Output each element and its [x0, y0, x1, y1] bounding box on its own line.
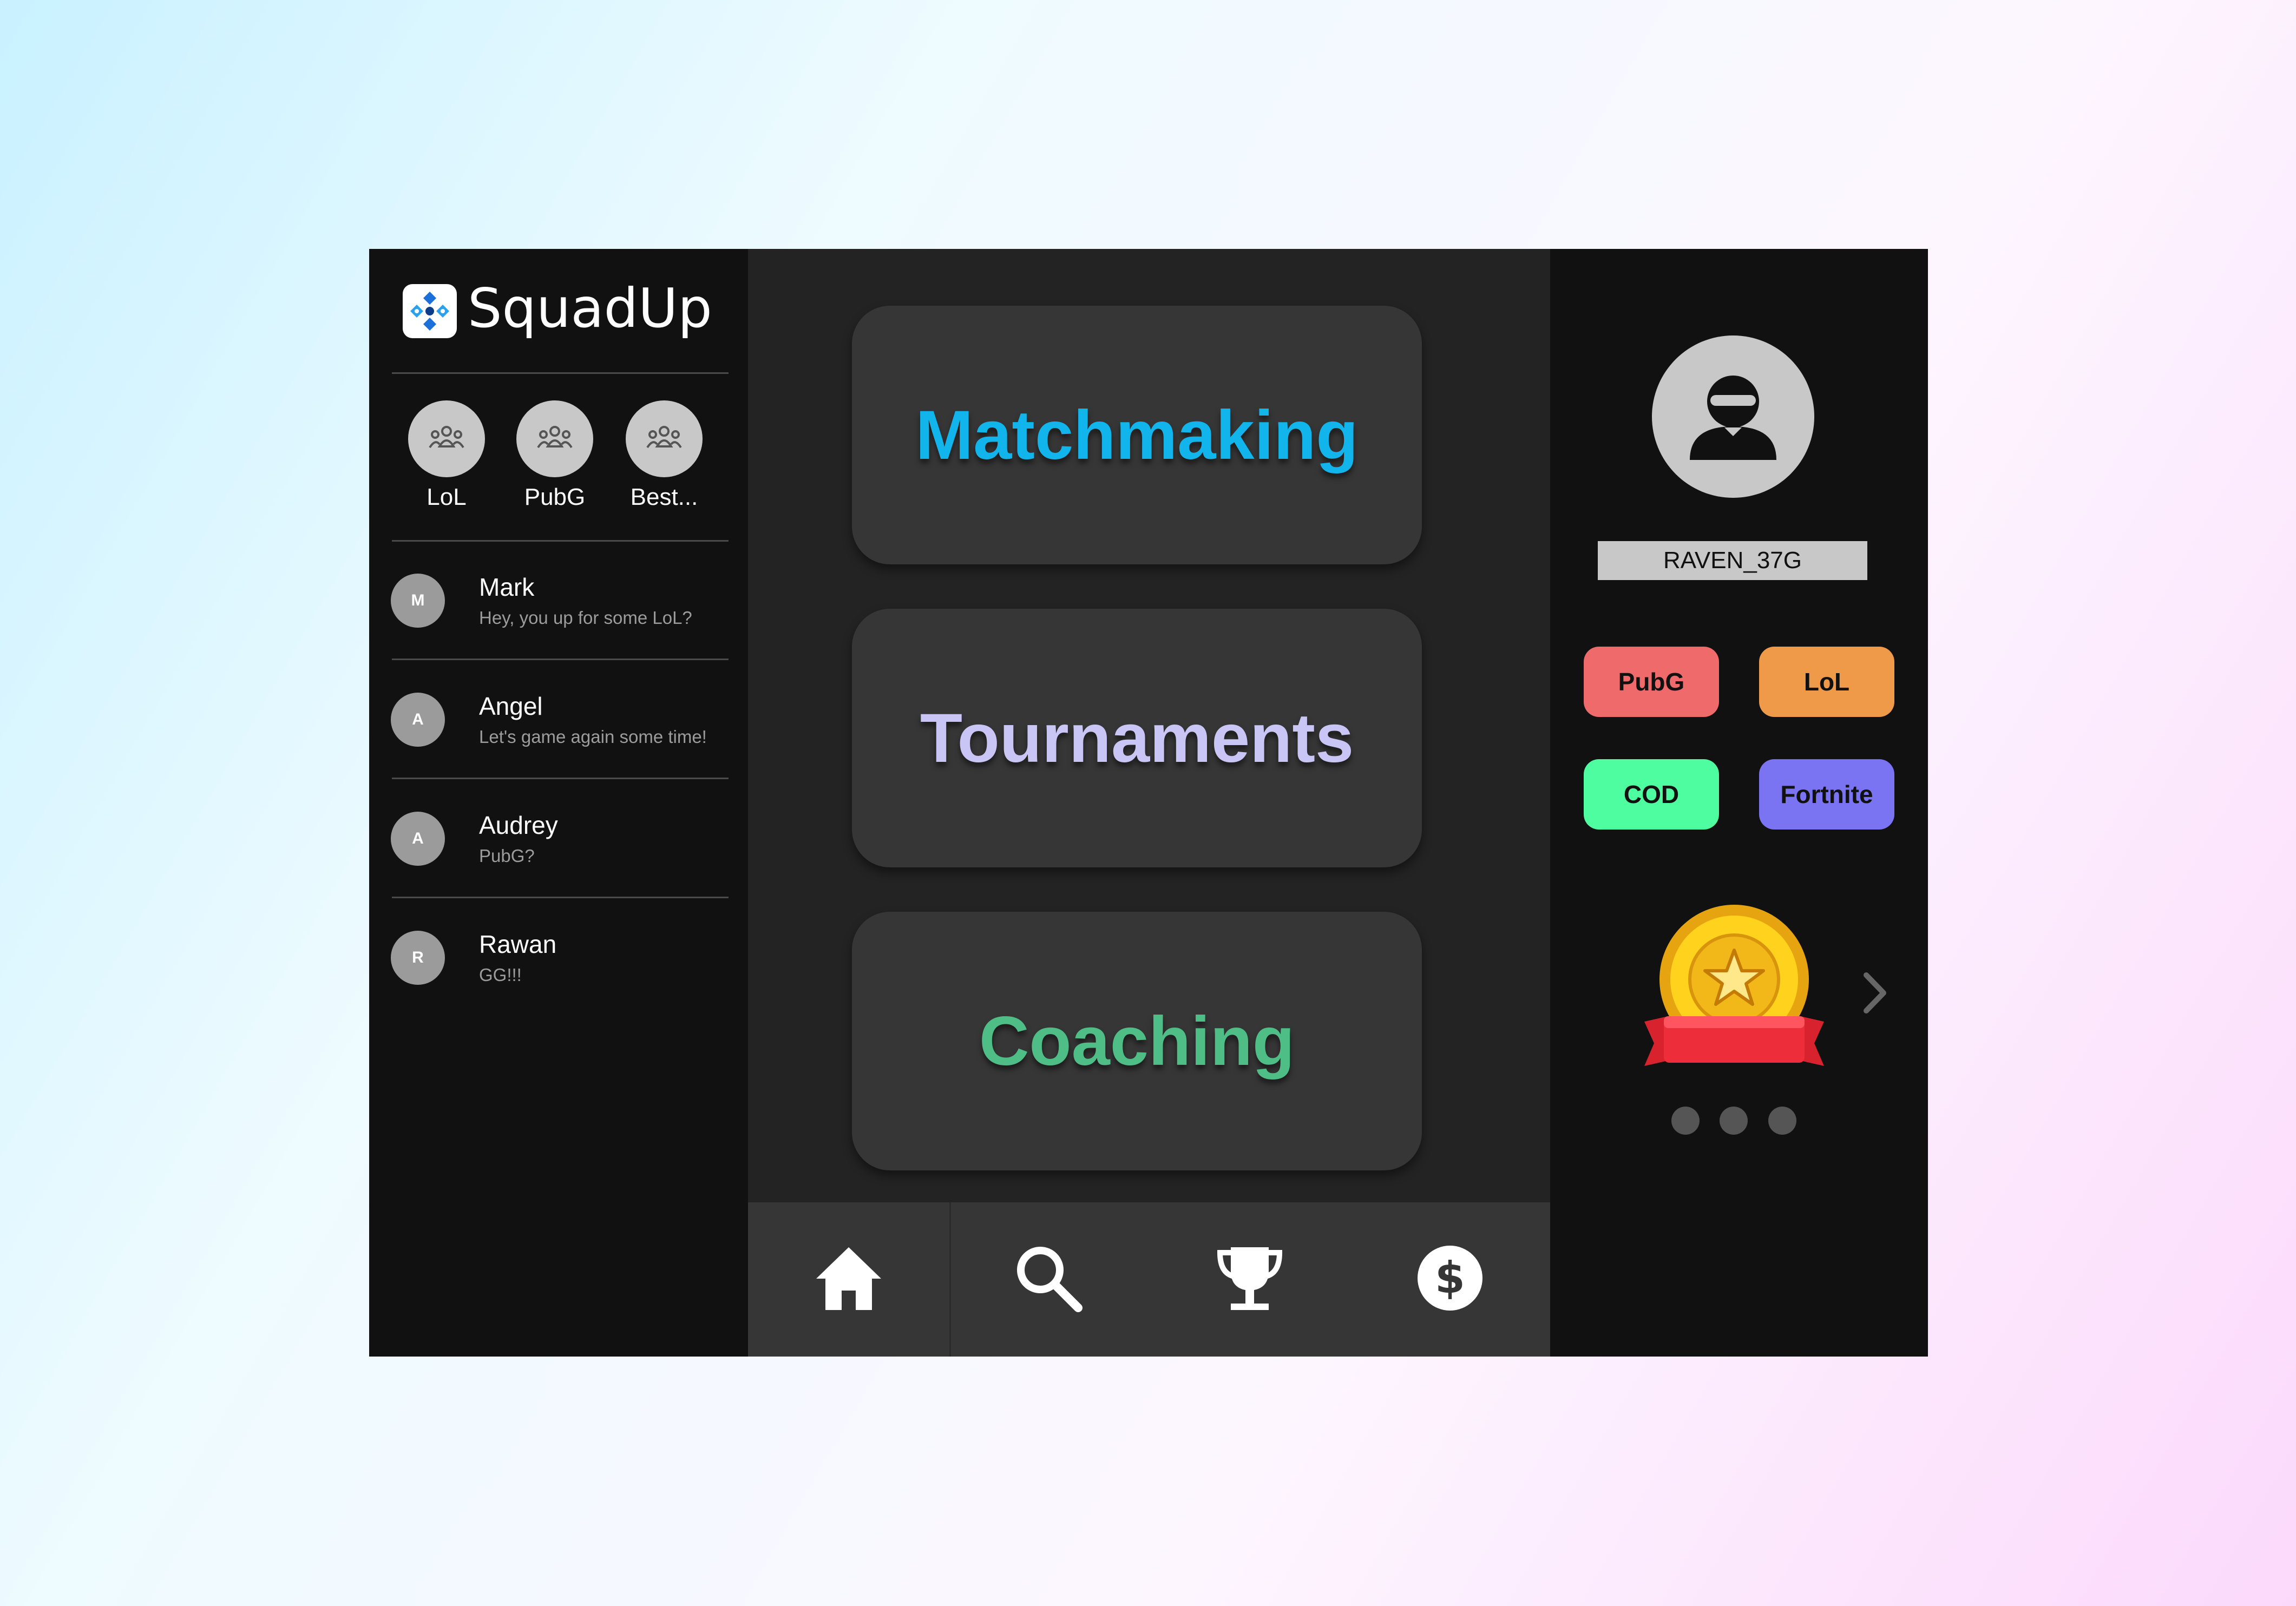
- group-label: LoL: [427, 484, 467, 510]
- divider: [392, 778, 729, 779]
- group-label: PubG: [524, 484, 586, 510]
- chat-item-mark[interactable]: M Mark Hey, you up for some LoL?: [391, 551, 726, 654]
- bottom-nav: $: [748, 1202, 1550, 1357]
- chat-avatar: A: [391, 812, 445, 866]
- sidebar: SquadUp LoL PubG Best... M Mark Hey, you…: [369, 249, 748, 1357]
- group-avatar: [626, 400, 703, 477]
- divider: [392, 372, 729, 374]
- coaching-button[interactable]: Coaching: [852, 912, 1422, 1170]
- chat-name: Mark: [479, 573, 535, 601]
- matchmaking-button[interactable]: Matchmaking: [852, 306, 1422, 564]
- matchmaking-label: Matchmaking: [915, 396, 1359, 474]
- nav-separator: [949, 1202, 951, 1357]
- profile-panel: RAVEN_37G PubG LoL COD Fortnite: [1550, 249, 1928, 1357]
- people-icon: [646, 426, 682, 449]
- trophy-icon[interactable]: [1206, 1235, 1293, 1321]
- dollar-icon[interactable]: $: [1407, 1235, 1493, 1321]
- group-best[interactable]: Best...: [624, 400, 705, 511]
- carousel-dot[interactable]: [1720, 1107, 1748, 1135]
- chat-message: GG!!!: [479, 965, 522, 985]
- tournaments-button[interactable]: Tournaments: [852, 609, 1422, 867]
- chat-message: Hey, you up for some LoL?: [479, 608, 692, 628]
- main-panel: Matchmaking Tournaments Coaching $: [748, 249, 1550, 1357]
- svg-text:$: $: [1435, 1253, 1465, 1303]
- chat-name: Audrey: [479, 811, 558, 839]
- tournaments-label: Tournaments: [920, 699, 1354, 777]
- group-lol[interactable]: LoL: [406, 400, 487, 511]
- chat-item-rawan[interactable]: R Rawan GG!!!: [391, 908, 726, 1011]
- carousel-dot[interactable]: [1671, 1107, 1700, 1135]
- chat-name: Angel: [479, 692, 543, 720]
- group-pubg[interactable]: PubG: [514, 400, 595, 511]
- carousel-dot[interactable]: [1768, 1107, 1796, 1135]
- group-avatar: [408, 400, 485, 477]
- divider: [392, 659, 729, 660]
- app-title: SquadUp: [468, 277, 712, 340]
- game-tag-cod[interactable]: COD: [1584, 759, 1719, 830]
- chat-message: PubG?: [479, 846, 535, 866]
- profile-avatar-icon[interactable]: [1652, 335, 1814, 498]
- group-label: Best...: [630, 484, 698, 510]
- chat-avatar: M: [391, 574, 445, 628]
- medal-icon: [1642, 898, 1826, 1085]
- group-avatar: [516, 400, 593, 477]
- game-tag-pubg[interactable]: PubG: [1584, 647, 1719, 717]
- people-icon: [537, 426, 573, 449]
- chat-name: Rawan: [479, 930, 557, 958]
- chevron-right-icon[interactable]: [1859, 969, 1891, 1020]
- chat-item-audrey[interactable]: A Audrey PubG?: [391, 789, 726, 892]
- divider: [392, 897, 729, 898]
- game-tag-lol[interactable]: LoL: [1759, 647, 1894, 717]
- chat-avatar: A: [391, 693, 445, 747]
- chat-item-angel[interactable]: A Angel Let's game again some time!: [391, 670, 726, 773]
- search-icon[interactable]: [1005, 1235, 1092, 1321]
- chat-avatar: R: [391, 931, 445, 985]
- gamepad-logo-icon: [403, 284, 457, 338]
- home-icon[interactable]: [805, 1235, 892, 1321]
- coaching-label: Coaching: [979, 1002, 1295, 1080]
- username-field: RAVEN_37G: [1598, 541, 1867, 580]
- app-window: SquadUp LoL PubG Best... M Mark Hey, you…: [369, 249, 1928, 1357]
- divider: [392, 540, 729, 542]
- game-tag-fortnite[interactable]: Fortnite: [1759, 759, 1894, 830]
- people-icon: [429, 426, 464, 449]
- chat-message: Let's game again some time!: [479, 727, 707, 747]
